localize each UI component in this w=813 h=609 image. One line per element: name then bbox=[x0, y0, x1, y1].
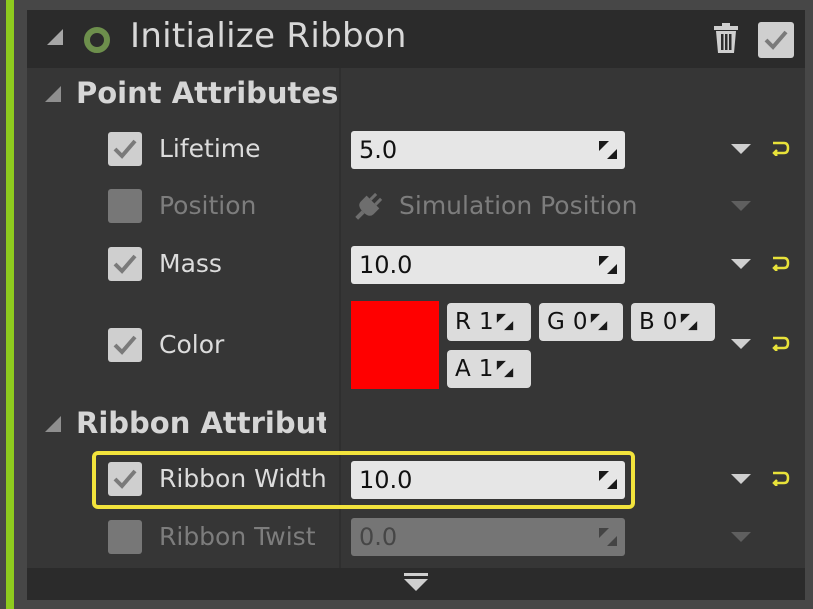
resize-handle-icon[interactable] bbox=[597, 254, 619, 276]
color-r-label: R bbox=[455, 309, 471, 335]
color-label: Color bbox=[159, 330, 225, 359]
mass-label: Mass bbox=[159, 249, 222, 278]
checkmark-icon bbox=[113, 139, 137, 159]
ribbon-width-value: 10.0 bbox=[359, 466, 413, 494]
color-g-label: G bbox=[547, 309, 565, 335]
section-point-attributes: Point Attributes bbox=[76, 76, 339, 110]
color-a-value: 1 bbox=[478, 356, 493, 382]
ribbon-twist-checkbox[interactable] bbox=[108, 520, 142, 554]
mass-input[interactable]: 10.0 bbox=[351, 246, 625, 284]
resize-handle-icon[interactable] bbox=[495, 359, 515, 379]
color-checkbox[interactable] bbox=[108, 328, 142, 362]
mass-reset-to-default-icon[interactable] bbox=[770, 255, 790, 275]
mass-checkbox[interactable] bbox=[108, 247, 142, 281]
lifetime-label: Lifetime bbox=[159, 134, 261, 163]
collapse-point-attributes-arrow-icon[interactable] bbox=[45, 86, 61, 102]
checkmark-icon bbox=[113, 254, 137, 274]
resize-handle-icon[interactable] bbox=[589, 312, 609, 332]
resize-handle-icon[interactable] bbox=[597, 469, 619, 491]
color-swatch[interactable] bbox=[351, 301, 439, 389]
module-enable-checkbox[interactable] bbox=[758, 22, 794, 58]
color-g-value: 0 bbox=[572, 309, 587, 335]
color-r-field[interactable]: R 1 bbox=[447, 303, 531, 341]
position-options-dropdown-icon[interactable] bbox=[731, 201, 751, 211]
resize-handle-icon[interactable] bbox=[495, 312, 515, 332]
checkmark-icon bbox=[764, 30, 788, 50]
color-reset-to-default-icon[interactable] bbox=[770, 335, 790, 355]
module-accent-bar bbox=[6, 0, 14, 609]
checkmark-icon bbox=[113, 469, 137, 489]
collapse-module-arrow-icon[interactable] bbox=[47, 29, 63, 45]
resize-handle-icon[interactable] bbox=[597, 139, 619, 161]
mass-value: 10.0 bbox=[359, 251, 413, 279]
position-checkbox[interactable] bbox=[108, 189, 142, 223]
ribbon-twist-options-dropdown-icon[interactable] bbox=[731, 532, 751, 542]
lifetime-input[interactable]: 5.0 bbox=[351, 131, 625, 169]
module-title: Initialize Ribbon bbox=[130, 16, 407, 56]
color-a-field[interactable]: A 1 bbox=[447, 350, 531, 388]
ribbon-width-options-dropdown-icon[interactable] bbox=[731, 474, 751, 484]
mass-options-dropdown-icon[interactable] bbox=[731, 259, 751, 269]
plug-icon bbox=[351, 190, 385, 224]
resize-handle-icon[interactable] bbox=[679, 312, 699, 332]
checkmark-icon bbox=[113, 335, 137, 355]
lifetime-checkbox[interactable] bbox=[108, 132, 142, 166]
collapse-ribbon-attributes-arrow-icon[interactable] bbox=[45, 416, 61, 432]
ribbon-width-reset-to-default-icon[interactable] bbox=[770, 470, 790, 490]
position-binding-value: Simulation Position bbox=[399, 191, 638, 220]
color-options-dropdown-icon[interactable] bbox=[731, 339, 751, 349]
ribbon-twist-input[interactable]: 0.0 bbox=[351, 518, 625, 556]
ribbon-width-input[interactable]: 10.0 bbox=[351, 461, 625, 499]
module-status-ring-icon bbox=[82, 25, 112, 55]
resize-handle-icon[interactable] bbox=[597, 526, 619, 548]
color-b-field[interactable]: B 0 bbox=[631, 303, 715, 341]
ribbon-twist-value: 0.0 bbox=[359, 523, 398, 551]
ribbon-twist-label: Ribbon Twist bbox=[159, 522, 316, 551]
lifetime-value: 5.0 bbox=[359, 136, 398, 164]
section-ribbon-attributes: Ribbon Attributes bbox=[76, 406, 326, 440]
color-r-value: 1 bbox=[478, 309, 493, 335]
lifetime-reset-to-default-icon[interactable] bbox=[770, 140, 790, 160]
position-label: Position bbox=[159, 191, 257, 220]
ribbon-width-checkbox[interactable] bbox=[108, 462, 142, 496]
lifetime-options-dropdown-icon[interactable] bbox=[731, 144, 751, 154]
color-b-label: B bbox=[639, 309, 655, 335]
trash-icon[interactable] bbox=[712, 22, 740, 54]
color-g-field[interactable]: G 0 bbox=[539, 303, 623, 341]
ribbon-width-label: Ribbon Width bbox=[159, 464, 327, 493]
color-a-label: A bbox=[455, 356, 471, 382]
color-b-value: 0 bbox=[662, 309, 677, 335]
expand-advanced-icon[interactable] bbox=[403, 572, 429, 592]
